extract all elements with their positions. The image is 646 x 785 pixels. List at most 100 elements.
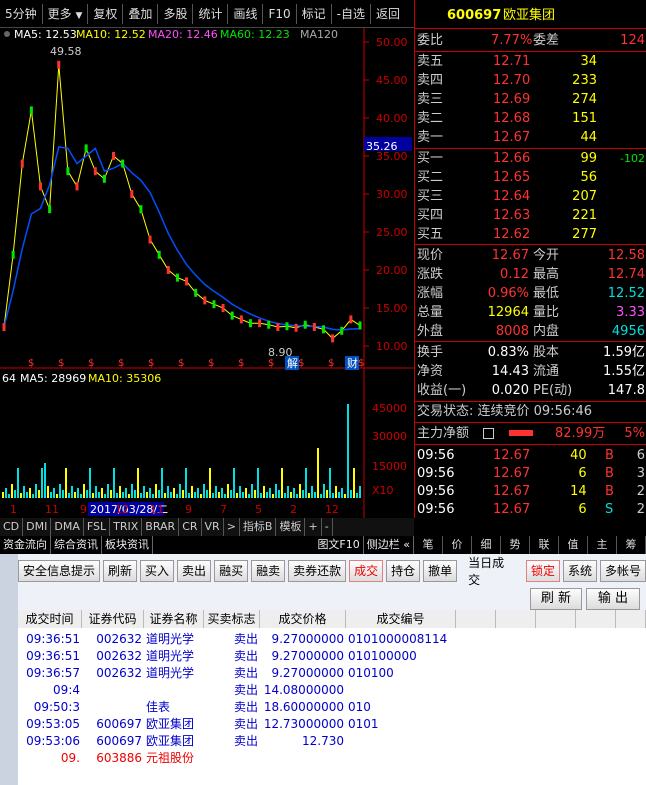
trade-toolbar-right-button[interactable]: 系统 — [562, 560, 597, 582]
table-cell-time: 09:53:06 — [26, 734, 80, 748]
table-header[interactable]: 成交时间 — [18, 610, 82, 628]
table-header[interactable]: 成交价格 — [260, 610, 346, 628]
trade-toolbar-button[interactable]: 刷新 — [103, 560, 138, 582]
indicator-tab[interactable]: DMA — [51, 518, 84, 536]
info-tab[interactable]: 综合资讯 — [51, 536, 102, 554]
right-tab[interactable]: 主 — [588, 536, 617, 554]
table-header[interactable] — [496, 610, 536, 628]
trade-toolbar-button[interactable]: 安全信息提示 — [18, 560, 101, 582]
ask-row[interactable]: 卖五 12.71 34 — [415, 52, 646, 71]
bid-row[interactable]: 买二 12.65 56 — [415, 168, 646, 187]
right-tab[interactable]: 势 — [501, 536, 530, 554]
info-tab[interactable]: 资金流向 — [0, 536, 51, 554]
indicator-tab[interactable]: - — [322, 518, 333, 536]
table-row[interactable]: 09:36:51 002632 道明光学 卖出 9.27000000 0101000008… — [18, 630, 646, 647]
bid-row[interactable]: 买四 12.63 221 — [415, 206, 646, 225]
right-tab[interactable]: 联 — [530, 536, 559, 554]
ask-row[interactable]: 卖一 12.67 44 — [415, 128, 646, 147]
table-cell-code — [84, 681, 142, 699]
right-tab[interactable]: 价 — [443, 536, 472, 554]
indicator-tab[interactable]: + — [305, 518, 322, 536]
tick-count: 6 — [636, 448, 645, 463]
table-header[interactable]: 证券名称 — [144, 610, 204, 628]
volume-bar — [134, 490, 136, 498]
trade-toolbar-button[interactable]: 撤单 — [423, 560, 458, 582]
indicator-tab[interactable]: VR — [202, 518, 224, 536]
trade-toolbar-button[interactable]: 成交 — [349, 560, 384, 582]
table-header[interactable] — [616, 610, 646, 628]
right-tab[interactable]: 筹 — [617, 536, 646, 554]
table-header[interactable] — [456, 610, 496, 628]
multi-stock-button[interactable]: 多股 — [158, 3, 194, 24]
bid-row[interactable]: 买一 12.66 99 -102 — [415, 149, 646, 168]
trade-toolbar-right-button[interactable]: 锁定 — [525, 560, 560, 582]
ask-row[interactable]: 卖二 12.68 151 — [415, 109, 646, 128]
trade-toolbar-right-button[interactable]: 多帐号 — [599, 560, 646, 582]
indicator-tab[interactable]: FSL — [84, 518, 111, 536]
candle — [157, 250, 161, 259]
stock-code: 600697 — [447, 8, 502, 23]
table-header[interactable] — [576, 610, 616, 628]
candle — [75, 182, 79, 191]
back-button[interactable]: 返回 — [371, 4, 405, 24]
table-row[interactable]: 09:36:51 002632 道明光学 卖出 9.27000000 010100000 — [18, 647, 646, 664]
bid-row[interactable]: 买三 12.64 207 — [415, 187, 646, 206]
trade-toolbar-button[interactable]: 融卖 — [251, 560, 286, 582]
info-tab[interactable]: 侧边栏 « — [364, 536, 414, 554]
volume-bar — [263, 486, 265, 498]
chart-canvas[interactable]: MA5: 12.53 MA10: 12.52 MA20: 12.46 MA60:… — [0, 28, 414, 518]
table-row[interactable]: 09:53:06 600697 欧亚集团 卖出 12.730 — [18, 732, 646, 749]
indicator-tab[interactable]: > — [224, 518, 240, 536]
overlay-button[interactable]: 叠加 — [123, 3, 159, 24]
stats-button[interactable]: 统计 — [193, 3, 229, 24]
trade-toolbar-button[interactable]: 卖出 — [177, 560, 212, 582]
unlock-tag[interactable]: 解 — [287, 356, 298, 370]
trade-toolbar-button[interactable]: 持仓 — [386, 560, 421, 582]
trade-toolbar-button[interactable]: 融买 — [214, 560, 249, 582]
volume-bar — [251, 484, 253, 498]
net-flow-icon[interactable] — [483, 428, 494, 439]
watchlist-button[interactable]: -自选 — [332, 3, 372, 24]
right-tab[interactable]: 细 — [472, 536, 501, 554]
table-header[interactable]: 证券代码 — [82, 610, 144, 628]
price-axis-tick: 10.00 — [376, 340, 408, 353]
indicator-tab[interactable]: 指标B — [240, 518, 277, 536]
table-row[interactable]: 09:4 卖出 14.08000000 — [18, 681, 646, 698]
info-tab[interactable]: 图文F10 — [314, 536, 364, 554]
table-header[interactable] — [536, 610, 576, 628]
draw-button[interactable]: 画线 — [228, 3, 264, 24]
export-button[interactable]: 输 出 — [586, 588, 640, 610]
indicator-tab[interactable]: BRAR — [142, 518, 180, 536]
right-tab[interactable]: 值 — [559, 536, 588, 554]
table-row[interactable]: 09. 603886 元祖股份 — [18, 749, 646, 766]
volume-bar — [218, 492, 220, 498]
table-header[interactable]: 买卖标志 — [204, 610, 260, 628]
period-selector[interactable]: 5分钟 — [0, 3, 43, 24]
ask-row[interactable]: 卖四 12.70 233 — [415, 71, 646, 90]
mark-button[interactable]: 标记 — [297, 3, 332, 24]
volume-bar — [341, 488, 343, 498]
info-tab[interactable]: 板块资讯 — [102, 536, 153, 554]
indicator-tab[interactable]: TRIX — [110, 518, 143, 536]
indicator-tab[interactable]: CR — [179, 518, 202, 536]
table-row[interactable]: 09:53:05 600697 欧亚集团 卖出 12.73000000 0101 — [18, 715, 646, 732]
table-row[interactable]: 09:50:3 佳表 卖出 18.60000000 010 — [18, 698, 646, 715]
volume-bar — [146, 492, 148, 498]
indicator-tab[interactable]: CD — [0, 518, 24, 536]
restore-button[interactable]: 复权 — [88, 3, 124, 24]
finance-tag[interactable]: 财 — [347, 356, 358, 370]
kline-chart[interactable]: MA5: 12.53 MA10: 12.52 MA20: 12.46 MA60:… — [0, 28, 414, 518]
table-row[interactable]: 09:36:57 002632 道明光学 卖出 9.27000000 010100 — [18, 664, 646, 681]
more-menu[interactable]: 更多 ▼ — [43, 3, 89, 24]
trade-toolbar-button[interactable]: 买入 — [140, 560, 175, 582]
f10-button[interactable]: F10 — [263, 3, 297, 24]
indicator-tab[interactable]: DMI — [23, 518, 52, 536]
refresh-table-button[interactable]: 刷 新 — [530, 588, 582, 610]
volume-bar — [245, 488, 247, 498]
trade-toolbar-button[interactable]: 卖券还款 — [288, 560, 347, 582]
table-header[interactable]: 成交编号 — [346, 610, 456, 628]
right-tab[interactable]: 笔 — [414, 536, 443, 554]
indicator-tab[interactable]: 模板 — [276, 518, 306, 536]
ask-row[interactable]: 卖三 12.69 274 — [415, 90, 646, 109]
bid-row[interactable]: 买五 12.62 277 — [415, 225, 646, 244]
